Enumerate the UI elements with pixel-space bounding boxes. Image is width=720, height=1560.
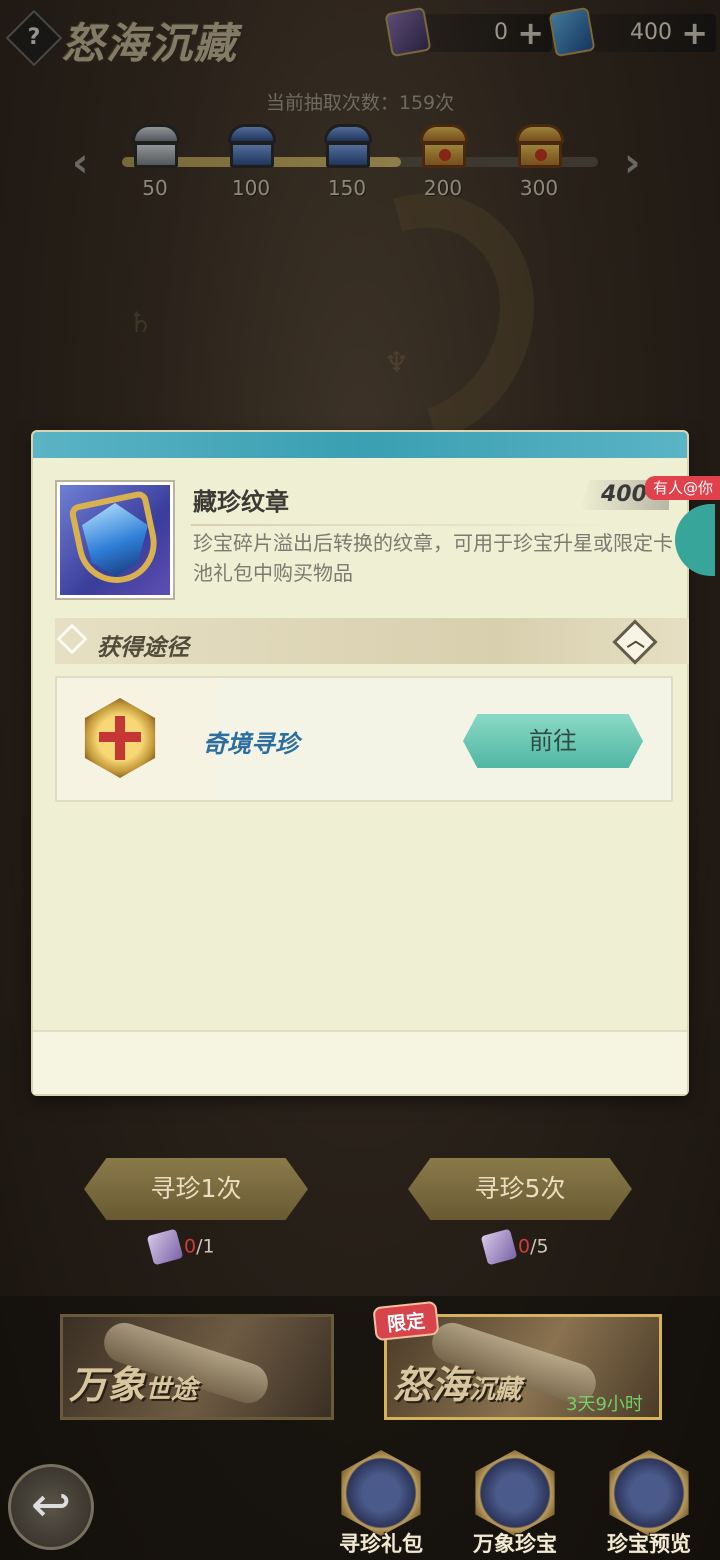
limited-tag: 限定 [372, 1300, 440, 1342]
nav-treasure[interactable]: 万象珍宝 [460, 1450, 570, 1560]
draw-five-cost: 0/5 [480, 1228, 549, 1266]
source-name: 奇境寻珍 [203, 730, 299, 758]
preview-list-icon [609, 1450, 689, 1536]
nav-label: 珍宝预览 [607, 1532, 691, 1556]
draw-once-button[interactable]: 寻珍1次 [84, 1158, 308, 1220]
cost-have: 0 [184, 1235, 197, 1258]
nav-gift-pack[interactable]: 寻珍礼包 [326, 1450, 436, 1560]
source-row: 奇境寻珍 前往 [55, 676, 673, 802]
pool-name: 怒海沉藏 [393, 1362, 522, 1407]
item-description: 珍宝碎片溢出后转换的纹章，可用于珍宝升星或限定卡池礼包中购买物品 [193, 531, 673, 585]
pool-timer: 3天9小时 [566, 1394, 643, 1415]
cost-have: 0 [518, 1235, 531, 1258]
nav-preview[interactable]: 珍宝预览 [594, 1450, 704, 1560]
dialog-footer [33, 1030, 687, 1094]
mention-badge[interactable]: 有人@你 [645, 476, 720, 500]
draw-once-cost: 0/1 [146, 1228, 215, 1266]
crest-item-icon [57, 482, 173, 598]
go-button[interactable]: 前往 [463, 714, 643, 768]
nav-label: 万象珍宝 [473, 1532, 557, 1556]
cost-need: /5 [530, 1235, 549, 1258]
item-info-dialog: 藏珍纹章 400 有人@你 珍宝碎片溢出后转换的纹章，可用于珍宝升星或限定卡池礼… [33, 432, 720, 1094]
pool-tab-wanxiang[interactable]: 万象世途 [60, 1314, 334, 1420]
gift-box-icon [84, 698, 156, 778]
item-name: 藏珍纹章 [193, 488, 289, 516]
chevron-up-icon: ︿ [626, 630, 645, 652]
nav-label: 寻珍礼包 [339, 1532, 423, 1556]
section-title: 获得途径 [97, 635, 189, 661]
treasure-icon [475, 1450, 555, 1536]
divider [191, 524, 621, 526]
back-button[interactable]: ↩ [8, 1464, 94, 1550]
draw-five-button[interactable]: 寻珍5次 [408, 1158, 632, 1220]
cost-need: /1 [196, 1235, 215, 1258]
scroll-ticket-icon [146, 1228, 184, 1266]
scroll-ticket-icon [480, 1228, 518, 1266]
gift-pack-icon [341, 1450, 421, 1536]
item-count: 400 [601, 482, 647, 507]
pool-name: 万象世途 [69, 1362, 198, 1407]
